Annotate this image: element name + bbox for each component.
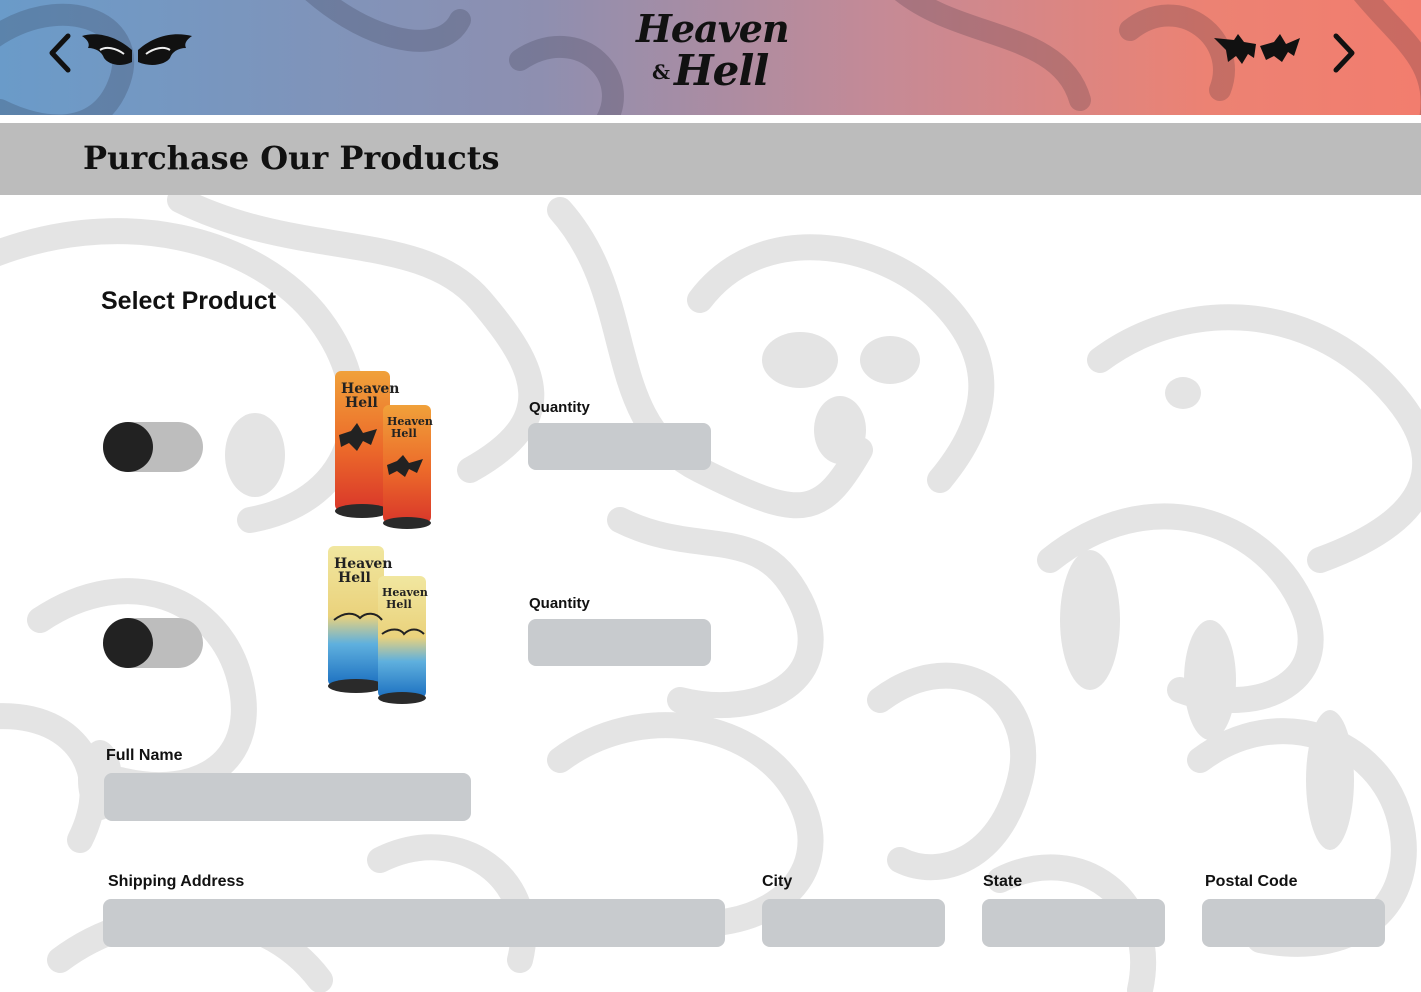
postal-code-input[interactable] [1202,899,1385,947]
site-header: Heaven & Hell [0,0,1421,115]
toggle-knob [103,618,153,668]
shipping-address-label: Shipping Address [108,873,245,890]
product-1-quantity-input[interactable] [528,423,711,470]
svg-text:Hell: Hell [345,395,378,411]
state-input[interactable] [982,899,1165,947]
state-label: State [983,873,1023,890]
heaven-and-hell-logo[interactable]: Heaven & Hell [630,8,792,103]
full-name-label: Full Name [106,747,183,764]
city-input[interactable] [762,899,945,947]
previous-nav-button[interactable] [44,28,204,78]
purchase-form: Select Product Heaven Hell Heaven Hell Q… [0,195,1421,992]
city-label: City [762,873,793,890]
logo-text-heaven: Heaven [636,6,790,51]
page-title-bar: Purchase Our Products [0,123,1421,195]
toggle-knob [103,422,153,472]
select-product-heading: Select Product [101,287,277,315]
logo-text-hell: Hell [674,46,769,95]
svg-text:Hell: Hell [391,427,417,440]
product-2-toggle[interactable] [103,618,203,668]
product-1-toggle[interactable] [103,422,203,472]
postal-code-label: Postal Code [1205,873,1298,890]
product-2-quantity-input[interactable] [528,619,711,666]
full-name-input[interactable] [104,773,471,821]
svg-text:Hell: Hell [386,598,412,611]
page-title: Purchase Our Products [83,139,500,177]
orange-red-cans-image: Heaven Hell Heaven Hell [335,371,433,529]
logo-text-ampersand: & [652,60,671,84]
bat-wings-chevron-right-icon [1214,33,1355,73]
shipping-address-input[interactable] [103,899,725,947]
product-2-quantity-label: Quantity [529,595,590,612]
header-divider [0,115,1421,123]
angel-wings-chevron-left-icon [49,33,192,73]
product-1-quantity-label: Quantity [529,399,590,416]
yellow-blue-cans-image: Heaven Hell Heaven Hell [328,546,428,704]
next-nav-button[interactable] [1208,28,1368,78]
svg-text:Hell: Hell [338,570,371,586]
